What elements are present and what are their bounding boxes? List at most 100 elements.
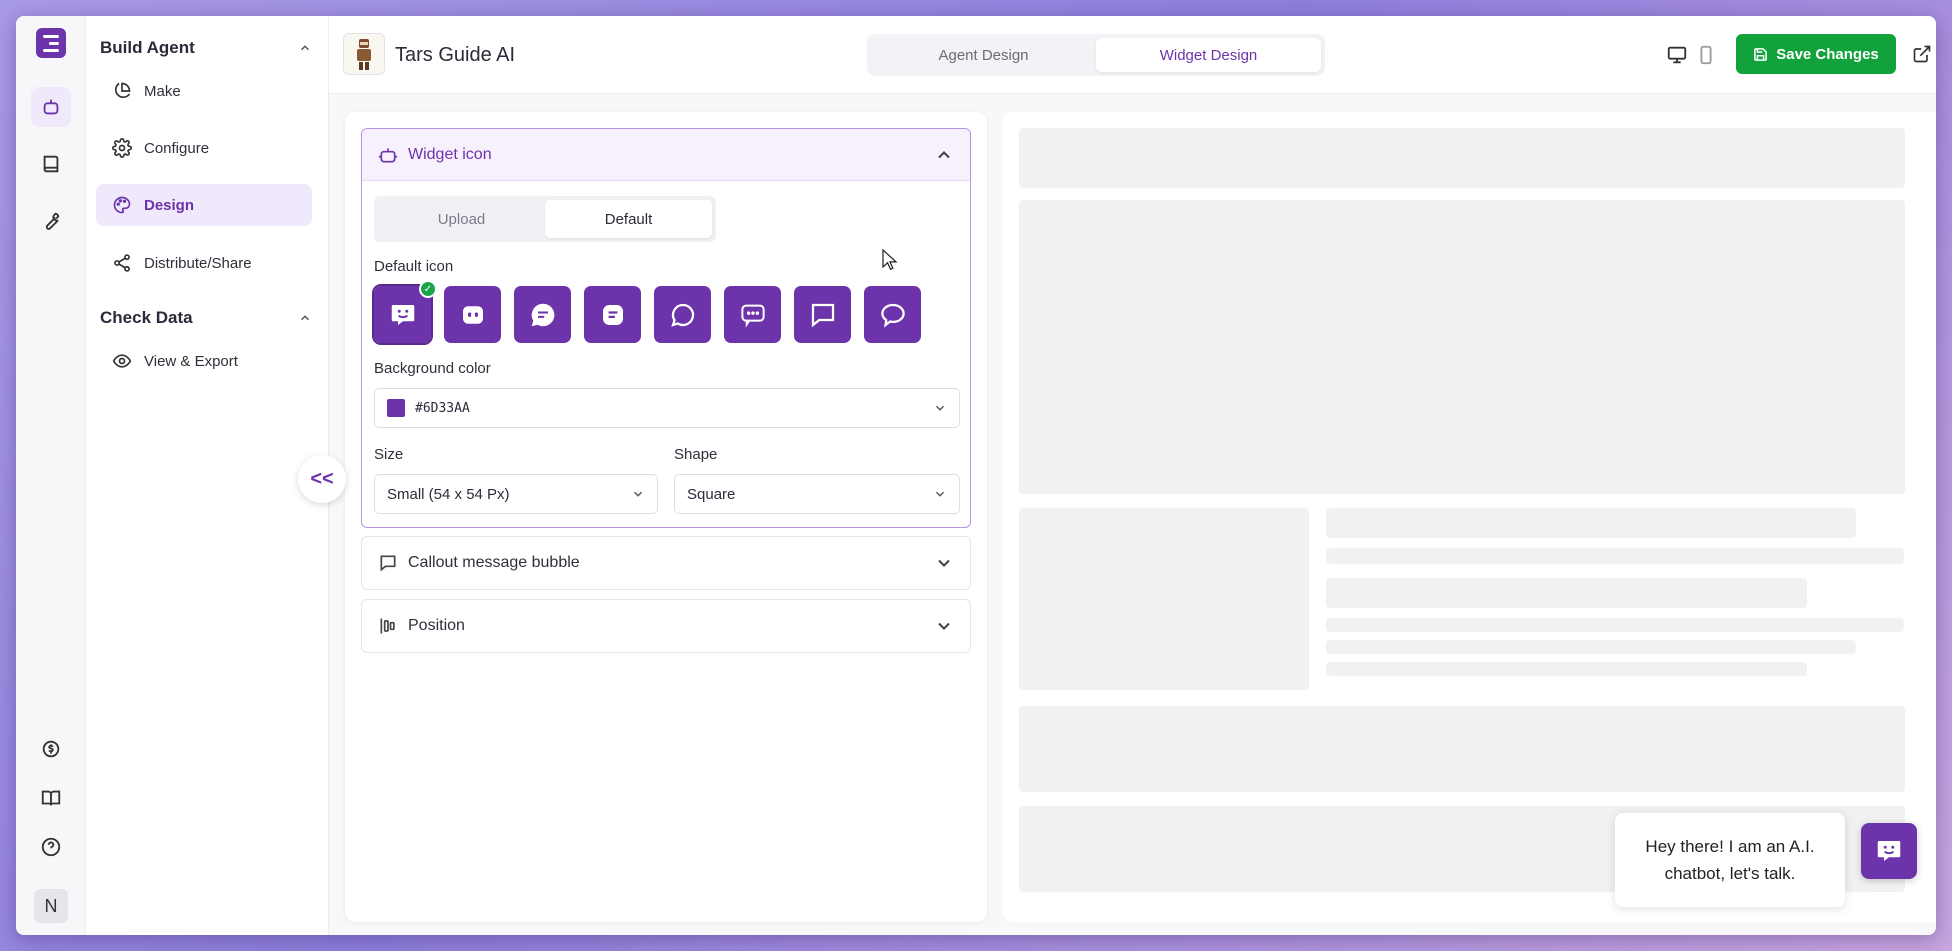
rail-tools-button[interactable] [31, 201, 71, 241]
desktop-icon[interactable] [1666, 44, 1688, 66]
icon-rail: N [16, 16, 86, 935]
icon-option-5[interactable] [654, 286, 711, 343]
chevron-down-icon [938, 559, 950, 567]
user-avatar[interactable]: N [34, 889, 68, 923]
save-label: Save Changes [1776, 45, 1879, 63]
size-value: Small (54 x 54 Px) [387, 485, 510, 503]
widget-config-panel: Widget icon Upload Default Default icon … [345, 112, 987, 922]
sidebar-item-distribute[interactable]: Distribute/Share [96, 242, 312, 284]
callout-preview-text: Hey there! I am an A.I. chatbot, let's t… [1645, 837, 1815, 883]
widget-icon-card: Widget icon Upload Default Default icon … [361, 128, 971, 528]
position-title: Position [408, 617, 465, 634]
eye-icon [112, 354, 132, 368]
palette-icon [113, 196, 131, 214]
position-card[interactable]: Position [361, 599, 971, 653]
skeleton-block [1019, 200, 1905, 494]
robot-mascot-icon [357, 39, 371, 70]
chevron-down-icon [633, 491, 643, 497]
widget-launcher-button[interactable] [1861, 823, 1917, 879]
icon-option-7[interactable] [794, 286, 851, 343]
round-bubble-icon [670, 303, 694, 327]
message-square-icon [380, 555, 396, 572]
rail-knowledge-button[interactable] [31, 144, 71, 184]
billing-icon [42, 740, 60, 758]
save-icon [1754, 47, 1768, 61]
gear-icon [112, 138, 132, 158]
dots-bubble-icon [740, 304, 765, 328]
design-tabs: Agent Design Widget Design [867, 34, 1325, 76]
chevron-down-icon [938, 622, 950, 630]
shape-label: Shape [674, 446, 718, 463]
build-agent-section-header[interactable]: Build Agent [100, 38, 312, 58]
sidebar-item-make[interactable]: Make [96, 70, 312, 112]
check-data-section-header[interactable]: Check Data [100, 308, 312, 328]
tab-widget-design[interactable]: Widget Design [1096, 38, 1321, 72]
skeleton-block [1326, 578, 1807, 608]
background-color-select[interactable]: #6D33AA [374, 388, 960, 428]
robot-face-icon [462, 305, 483, 324]
chevron-down-icon [935, 405, 945, 411]
callout-preview-bubble[interactable]: Hey there! I am an A.I. chatbot, let's t… [1615, 813, 1845, 907]
sidebar-item-design[interactable]: Design [96, 184, 312, 226]
rail-help-button[interactable] [31, 827, 71, 867]
bot-icon [378, 147, 398, 162]
align-left-icon [380, 618, 395, 634]
icon-option-2[interactable] [444, 286, 501, 343]
color-swatch [387, 399, 405, 417]
oval-bubble-icon [880, 303, 905, 328]
sidebar-item-view-export[interactable]: View & Export [96, 340, 312, 382]
skeleton-block [1326, 508, 1856, 538]
size-select[interactable]: Small (54 x 54 Px) [374, 474, 658, 514]
mobile-icon[interactable] [1695, 44, 1717, 66]
callout-bubble-card[interactable]: Callout message bubble [361, 536, 971, 590]
icon-option-6[interactable] [724, 286, 781, 343]
position-header[interactable]: Position [362, 600, 970, 652]
skeleton-block [1019, 128, 1905, 188]
icon-source-tabs: Upload Default [374, 196, 716, 242]
icon-option-4[interactable] [584, 286, 641, 343]
rail-agent-button[interactable] [31, 87, 71, 127]
widget-icon-title: Widget icon [408, 145, 492, 163]
skeleton-block [1326, 640, 1856, 654]
tab-agent-design[interactable]: Agent Design [871, 38, 1096, 72]
shape-select[interactable]: Square [674, 474, 960, 514]
chevron-down-icon [935, 491, 945, 497]
sidebar-item-label: Configure [144, 139, 210, 157]
main-area: Tars Guide AI Agent Design Widget Design… [329, 16, 1936, 935]
chevron-up-icon [300, 45, 310, 51]
chevron-up-icon [938, 150, 950, 158]
callout-bubble-header[interactable]: Callout message bubble [362, 537, 970, 589]
icon-option-3[interactable] [514, 286, 571, 343]
agent-name: Tars Guide AI [395, 44, 516, 66]
sidebar-item-configure[interactable]: Configure [96, 127, 312, 169]
save-changes-button[interactable]: Save Changes [1736, 34, 1896, 74]
rail-docs-button[interactable] [31, 778, 71, 818]
app-window: N Build Agent Make Configure Design Dist… [16, 16, 1936, 935]
sidebar-item-label: Design [144, 196, 195, 214]
collapse-sidebar-button[interactable]: << [298, 455, 346, 503]
double-chevron-left-icon: << [310, 467, 334, 490]
rail-billing-button[interactable] [31, 729, 71, 769]
icon-option-1[interactable]: ✓ [372, 280, 437, 345]
icon-option-8[interactable] [864, 286, 921, 343]
square-chat-icon [602, 304, 623, 325]
skeleton-block [1326, 618, 1904, 632]
smile-chat-icon [391, 304, 414, 325]
skeleton-block [1019, 508, 1309, 690]
wrench-icon [45, 212, 60, 230]
tab-upload[interactable]: Upload [378, 200, 545, 238]
sidebar-item-label: Make [144, 82, 181, 100]
selected-check-icon: ✓ [419, 280, 437, 298]
check-data-title: Check Data [100, 308, 193, 327]
external-link-icon[interactable] [1912, 44, 1932, 64]
smile-chat-icon [1877, 841, 1901, 861]
tab-default[interactable]: Default [545, 200, 712, 238]
chat-lines-icon [531, 303, 554, 326]
widget-preview [1003, 112, 1936, 922]
docs-icon [41, 790, 61, 806]
build-agent-title: Build Agent [100, 38, 195, 57]
widget-icon-header[interactable]: Widget icon [362, 129, 970, 181]
size-label: Size [374, 446, 404, 463]
app-logo[interactable] [36, 28, 66, 58]
square-bubble-icon [811, 303, 834, 327]
